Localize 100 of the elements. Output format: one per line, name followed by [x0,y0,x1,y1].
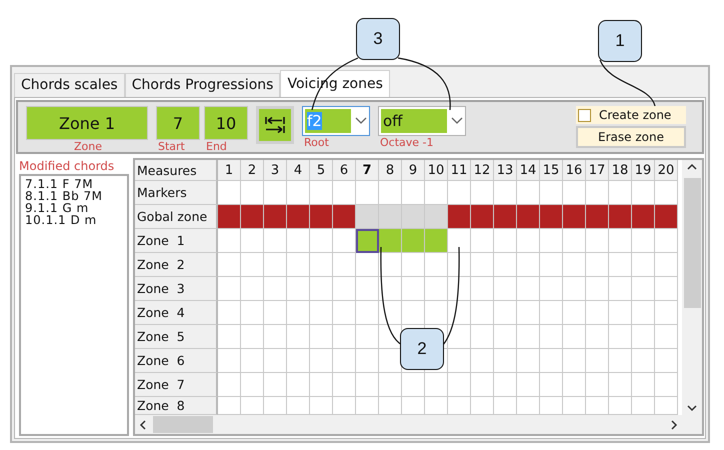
grid-cell[interactable] [287,373,310,397]
column-header[interactable]: 15 [540,160,563,181]
grid-cell[interactable] [494,397,517,415]
grid-cell[interactable] [333,253,356,277]
grid-cell[interactable] [517,181,540,205]
erase-zone-button[interactable]: Erase zone [576,126,686,148]
grid-cell[interactable] [632,325,655,349]
column-header[interactable]: 20 [655,160,678,181]
column-header[interactable]: 12 [471,160,494,181]
grid-cell[interactable] [425,373,448,397]
grid-cell[interactable] [402,205,425,229]
grid-cell[interactable] [310,181,333,205]
grid-cell[interactable] [241,373,264,397]
grid-cell[interactable] [379,205,402,229]
grid-cell[interactable] [517,349,540,373]
list-item[interactable]: 10.1.1 D m [25,214,123,226]
grid-cell[interactable] [264,325,287,349]
grid-cell[interactable] [264,277,287,301]
grid-cell[interactable] [586,277,609,301]
grid-cell[interactable] [379,397,402,415]
grid-cell[interactable] [632,373,655,397]
grid-cell[interactable] [609,205,632,229]
grid-cell[interactable] [540,301,563,325]
grid-cell[interactable] [471,229,494,253]
grid-cell[interactable] [333,205,356,229]
grid-cell[interactable] [241,181,264,205]
grid-cell[interactable] [563,397,586,415]
grid-cell[interactable] [517,301,540,325]
grid-cell[interactable] [379,301,402,325]
grid-cell[interactable] [586,373,609,397]
grid-cell[interactable] [310,373,333,397]
column-header[interactable]: 8 [379,160,402,181]
grid-cell[interactable] [287,229,310,253]
grid-cell[interactable] [655,229,678,253]
grid-cell[interactable] [379,373,402,397]
list-item[interactable]: 9.1.1 G m [25,202,123,214]
grid-cell[interactable] [540,253,563,277]
grid-cell[interactable] [655,181,678,205]
grid-cell[interactable] [655,397,678,415]
range-arrows-button[interactable] [256,106,294,144]
grid-cell[interactable] [264,253,287,277]
grid-cell[interactable] [218,373,241,397]
grid-cell[interactable] [333,397,356,415]
grid-cell[interactable] [425,301,448,325]
grid-cell[interactable] [655,301,678,325]
grid-cell[interactable] [540,373,563,397]
grid-cell[interactable] [379,229,402,253]
grid-cell[interactable] [655,325,678,349]
grid-cell[interactable] [494,181,517,205]
grid-cell[interactable] [586,301,609,325]
grid-cell[interactable] [218,397,241,415]
grid-cell[interactable] [655,205,678,229]
grid-cell[interactable] [356,205,379,229]
column-header[interactable]: 11 [448,160,471,181]
grid-cell[interactable] [241,301,264,325]
grid-cell[interactable] [632,397,655,415]
column-header[interactable]: 9 [402,160,425,181]
grid-cell[interactable] [356,181,379,205]
grid-cell[interactable] [609,301,632,325]
grid-cell[interactable] [241,349,264,373]
grid-cell[interactable] [310,349,333,373]
grid-cell[interactable] [218,301,241,325]
grid-cell[interactable] [609,349,632,373]
grid-cell[interactable] [655,277,678,301]
column-header[interactable]: 2 [241,160,264,181]
grid-cell[interactable] [632,277,655,301]
grid-cell[interactable] [448,301,471,325]
grid-cell[interactable] [287,325,310,349]
column-header[interactable]: 3 [264,160,287,181]
grid-cell[interactable] [264,301,287,325]
grid-cell[interactable] [655,349,678,373]
grid-cell[interactable] [264,205,287,229]
grid-cell[interactable] [310,229,333,253]
grid-cell[interactable] [471,397,494,415]
tab[interactable]: Chords scales [14,73,125,97]
grid-cell[interactable] [632,229,655,253]
grid-cell[interactable] [287,349,310,373]
grid-cell[interactable] [333,373,356,397]
grid-cell[interactable] [517,397,540,415]
grid-cell[interactable] [586,397,609,415]
grid-cell[interactable] [448,229,471,253]
create-zone-checkbox[interactable]: Create zone [576,106,686,124]
grid-cell[interactable] [471,277,494,301]
grid-cell[interactable] [632,181,655,205]
grid-cell[interactable] [471,349,494,373]
column-header[interactable]: 17 [586,160,609,181]
grid-cell[interactable] [540,205,563,229]
grid-cell[interactable] [586,253,609,277]
grid-cell[interactable] [563,325,586,349]
grid-cell[interactable] [586,205,609,229]
grid-cell[interactable] [310,325,333,349]
grid-cell[interactable] [310,253,333,277]
grid-cell[interactable] [609,277,632,301]
grid-cell[interactable] [218,181,241,205]
grid-cell[interactable] [563,301,586,325]
list-item[interactable]: 8.1.1 Bb 7M [25,190,123,202]
grid-cell[interactable] [356,349,379,373]
list-item[interactable]: 7.1.1 F 7M [25,178,123,190]
grid-cell[interactable] [333,181,356,205]
grid-cell[interactable] [379,325,402,349]
